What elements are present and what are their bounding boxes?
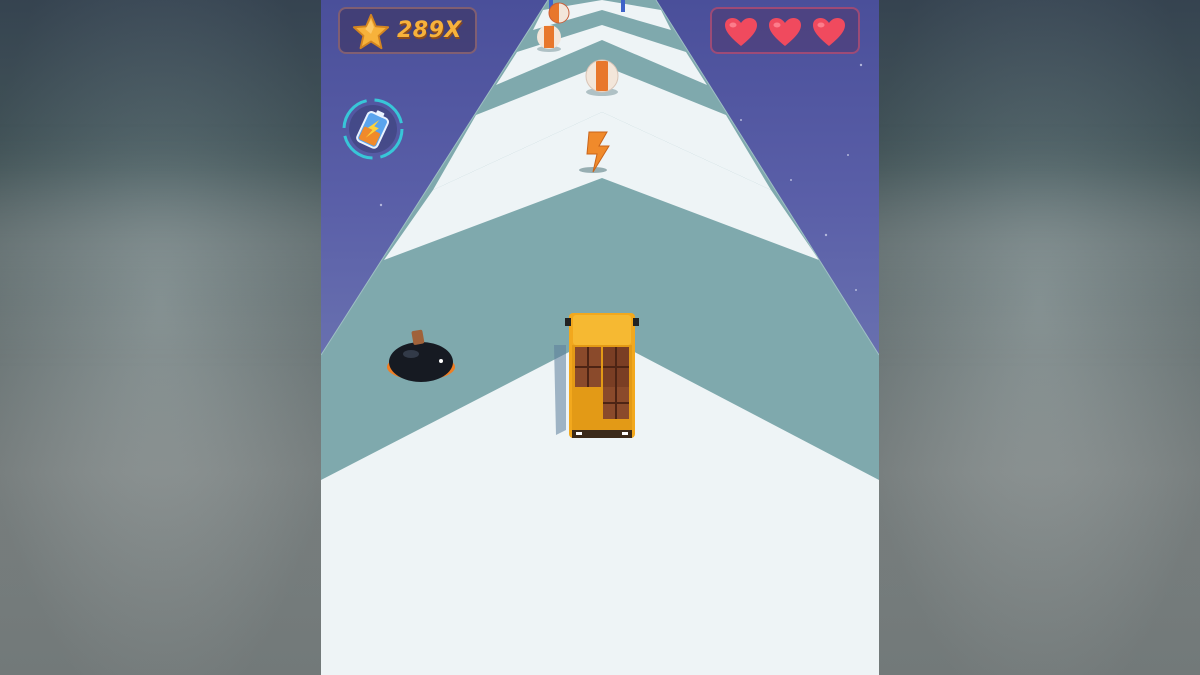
score-multiplier: 289X [397, 18, 462, 43]
lives-panel [710, 7, 860, 54]
battery-icon [342, 98, 404, 160]
blurred-background-left [0, 0, 321, 675]
heart-icon [769, 18, 801, 46]
battery-powerup-button[interactable] [340, 96, 406, 162]
heart-icon [813, 18, 845, 46]
score-panel: 289X [338, 7, 477, 54]
heart-icon [725, 18, 757, 46]
game-viewport[interactable]: 289X [321, 0, 879, 675]
striped-ball [537, 25, 561, 52]
star-icon [352, 13, 390, 50]
striped-ball [585, 59, 619, 96]
striped-ball [548, 2, 570, 24]
blurred-background-right [879, 0, 1200, 675]
